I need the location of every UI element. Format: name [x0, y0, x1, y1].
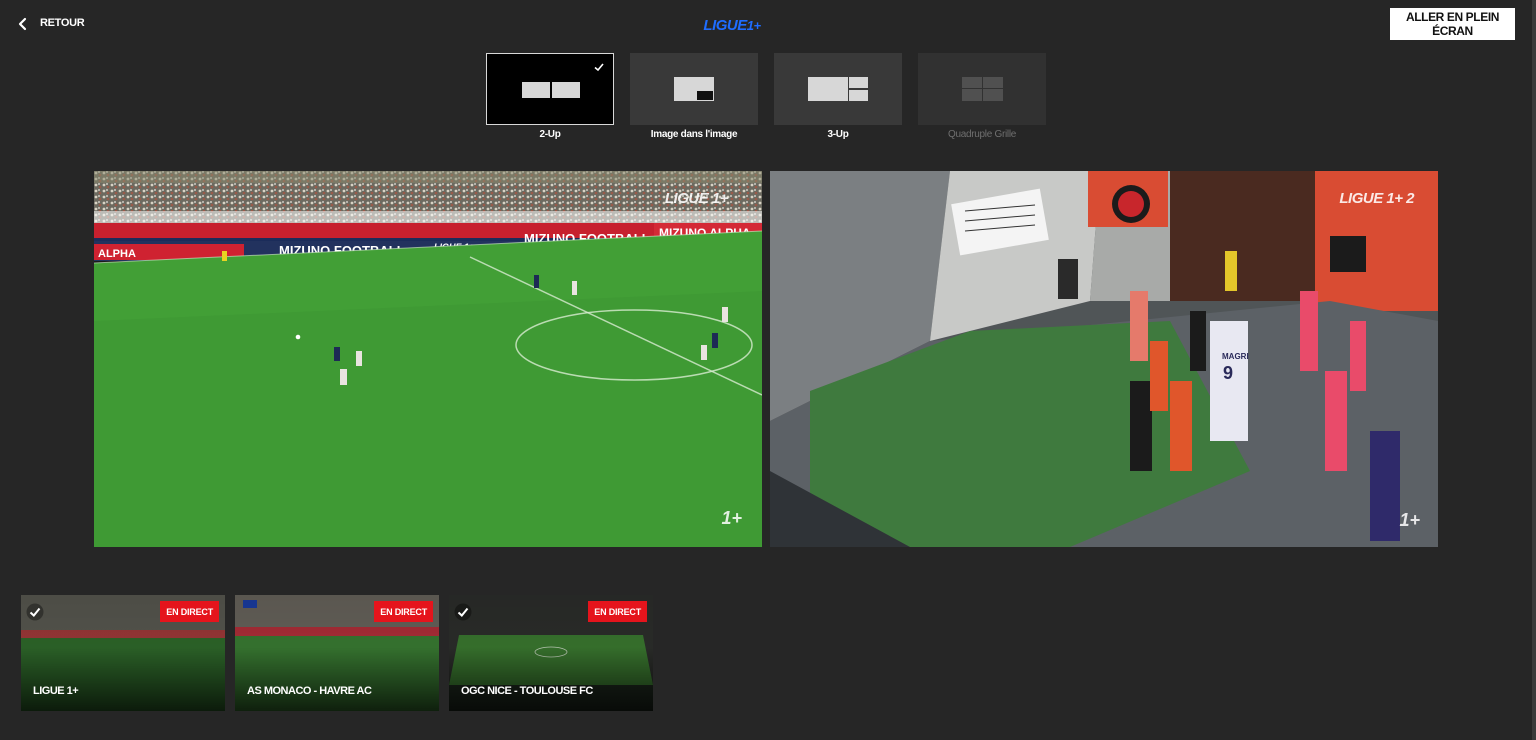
layout-option-pip[interactable]: Image dans l'image	[630, 53, 758, 140]
tunnel-video-frame: MAGRI 9	[770, 171, 1438, 547]
channel-title: LIGUE 1+	[33, 685, 79, 697]
layout-preview	[486, 53, 614, 125]
layout-label: 3-Up	[827, 129, 849, 140]
live-badge: EN DIRECT	[374, 601, 433, 622]
match-video-frame: MIZUNO FOOTBALL LIGUE 1+ MIZUNO FOOTBALL…	[94, 171, 762, 547]
scrollbar[interactable]	[1532, 0, 1536, 740]
fullscreen-button[interactable]: ALLER EN PLEIN ÉCRAN	[1390, 8, 1515, 40]
layout-label: Image dans l'image	[650, 129, 738, 140]
ad-board-text: ALPHA	[98, 248, 136, 260]
corner-watermark: 1+	[721, 508, 742, 528]
layout-label: 2-Up	[539, 129, 561, 140]
channel-title: AS MONACO - HAVRE AC	[247, 685, 372, 697]
layout-option-3up[interactable]: 3-Up	[774, 53, 902, 140]
video-player-1[interactable]: MIZUNO FOOTBALL LIGUE 1+ MIZUNO FOOTBALL…	[94, 171, 762, 547]
jersey-name: MAGRI	[1222, 352, 1249, 361]
layout-preview	[774, 53, 902, 125]
checkmark-icon	[594, 63, 604, 72]
channel-card-monaco-havre[interactable]: EN DIRECT AS MONACO - HAVRE AC	[235, 595, 439, 711]
layout-preview	[630, 53, 758, 125]
layout-option-2up[interactable]: 2-Up	[486, 53, 614, 140]
channel-card-nice-toulouse[interactable]: EN DIRECT OGC NICE - TOULOUSE FC	[449, 595, 653, 711]
channel-watermark: LIGUE 1+ 2	[1339, 190, 1414, 207]
layout-label: Quadruple Grille	[947, 129, 1016, 140]
layout-preview	[918, 53, 1046, 125]
video-player-2[interactable]: MAGRI 9 LIGUE 1+ 2 1+	[770, 171, 1438, 547]
channel-title: OGC NICE - TOULOUSE FC	[461, 685, 593, 697]
live-badge: EN DIRECT	[160, 601, 219, 622]
channel-card-ligue1[interactable]: EN DIRECT LIGUE 1+	[21, 595, 225, 711]
channel-watermark: LIGUE 1+	[664, 190, 729, 207]
back-button[interactable]: RETOUR	[14, 12, 85, 36]
chevron-left-icon	[18, 17, 27, 31]
jersey-number: 9	[1223, 363, 1233, 383]
layout-option-quad-grid[interactable]: Quadruple Grille	[918, 53, 1046, 140]
brand-mark: 1+	[746, 17, 761, 33]
ligue1-logo: LIGUE1+	[700, 12, 764, 38]
checkmark-icon	[26, 603, 44, 621]
multiview-screen: RETOUR LIGUE1+ ALLER EN PLEIN ÉCRAN 2-Up…	[0, 0, 1536, 740]
live-badge: EN DIRECT	[588, 601, 647, 622]
brand-text: LIGUE	[703, 16, 747, 34]
checkmark-icon	[454, 603, 472, 621]
back-label: RETOUR	[40, 17, 85, 29]
corner-watermark: 1+	[1399, 510, 1420, 530]
